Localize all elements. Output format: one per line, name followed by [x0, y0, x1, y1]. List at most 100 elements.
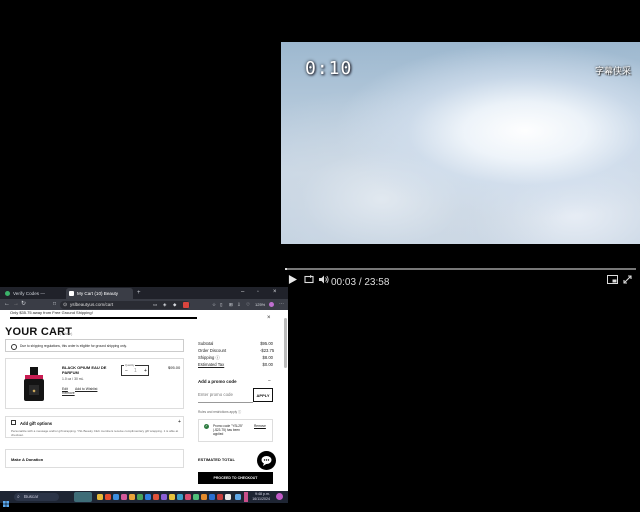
- address-field[interactable]: ⊙ ysl­beautyus.com/cart: [60, 300, 190, 309]
- bookmark-page-icon[interactable]: □: [53, 300, 56, 309]
- time-separator: /: [358, 277, 362, 288]
- applied-promo-card: ✓ Promo code "YSL25" (-$23.75) has been …: [198, 419, 273, 442]
- forward-arrow-icon[interactable]: →: [13, 300, 19, 309]
- video-progress-bar[interactable]: [285, 268, 636, 270]
- remove-promo-link[interactable]: Remove: [254, 424, 266, 428]
- simplycodes-extension-icon[interactable]: [183, 301, 189, 308]
- make-donation-section[interactable]: Make A Donation: [5, 449, 184, 468]
- subtotal-value: $95.00: [260, 341, 273, 346]
- shipping-label-text: Shipping: [198, 355, 215, 360]
- reader-mode-icon[interactable]: ▭: [153, 300, 157, 309]
- collections-icon[interactable]: ⊞: [229, 300, 233, 309]
- simplycodes-favicon-icon: [5, 291, 10, 296]
- taskbar-search[interactable]: ⌕ Buscar: [14, 493, 59, 501]
- gift-options-description: Personalize with a message and/or gift w…: [11, 429, 179, 437]
- site-info-icon: ⊙: [63, 301, 68, 308]
- tab-simplycodes[interactable]: Verify Codes — SimplyCodes: [2, 288, 65, 307]
- app-icon-1[interactable]: [105, 494, 111, 500]
- app-icon-4[interactable]: [129, 494, 135, 500]
- video-frame[interactable]: 0:10 字幕侠采: [281, 42, 640, 244]
- app-icon-6[interactable]: [145, 494, 151, 500]
- app-icon-3[interactable]: [121, 494, 127, 500]
- discount-value: -$23.75: [260, 348, 275, 353]
- product-size: 1.0 oz / 30 mL: [62, 377, 84, 381]
- chat-button[interactable]: [257, 451, 276, 470]
- free-shipping-banner: Only $35.75 away from Free Ground Shippi…: [10, 310, 93, 315]
- page-scrollbar[interactable]: [284, 318, 287, 368]
- fullscreen-button[interactable]: [623, 275, 632, 284]
- time-total: 23:58: [364, 277, 390, 288]
- loop-button[interactable]: [304, 275, 314, 284]
- remove-link[interactable]: Remove: [62, 391, 75, 395]
- play-button[interactable]: [288, 275, 297, 284]
- expand-gift-icon[interactable]: +: [178, 419, 181, 425]
- apply-button[interactable]: APPLY: [253, 388, 273, 402]
- system-tray-icons[interactable]: [244, 492, 248, 502]
- time-display: 00:03 / 23:58: [331, 277, 389, 288]
- edge-browser-icon[interactable]: [209, 494, 215, 500]
- rules-info-icon[interactable]: ⓘ: [238, 410, 241, 414]
- tab-ysl-cart[interactable]: My Cart (10) Beauty Makeup...: [66, 288, 133, 307]
- volume-button[interactable]: [319, 275, 329, 284]
- rules-text: Rules and restrictions apply ⓘ: [198, 409, 241, 414]
- shipping-notice-text: Due to shipping regulations, this order …: [20, 344, 127, 348]
- tax-label[interactable]: Estimated Tax: [198, 362, 224, 367]
- zoom-indicator[interactable]: 125%: [255, 300, 265, 309]
- applied-promo-text: Promo code "YSL25" (-$23.75) has been ap…: [213, 424, 243, 437]
- windows-start-icon[interactable]: [3, 494, 9, 507]
- discount-label: Order Discount: [198, 348, 227, 353]
- app-icon-9[interactable]: [169, 494, 175, 500]
- new-tab-button[interactable]: +: [134, 288, 144, 299]
- shopping-icon[interactable]: ◆: [173, 300, 176, 309]
- loop-icon: [304, 275, 314, 284]
- browser-window: Verify Codes — SimplyCodes My Cart (10) …: [0, 287, 288, 503]
- app-icon-14[interactable]: [217, 494, 223, 500]
- browser-essentials-icon[interactable]: ♡: [246, 300, 250, 309]
- split-screen-icon[interactable]: ▯: [220, 300, 222, 309]
- app-icon-13[interactable]: [201, 494, 207, 500]
- shipping-notice: Due to shipping regulations, this order …: [5, 339, 184, 352]
- item-count: (1 Item): [60, 332, 73, 336]
- close-window-icon[interactable]: ×: [273, 288, 277, 297]
- close-banner-icon[interactable]: ×: [267, 315, 271, 321]
- app-icon-5[interactable]: [137, 494, 143, 500]
- increase-quantity-button[interactable]: +: [144, 366, 147, 377]
- ysl-favicon-icon: [69, 291, 74, 296]
- product-name[interactable]: BLACK OPIUM EAU DE PARFUM: [62, 365, 120, 375]
- app-icon-8[interactable]: [161, 494, 167, 500]
- downloads-icon[interactable]: ⇩: [237, 300, 241, 309]
- file-explorer-icon[interactable]: [97, 494, 103, 500]
- reload-icon[interactable]: ↻: [21, 300, 26, 309]
- add-to-wishlist-link[interactable]: Add to Wishlist: [75, 387, 97, 391]
- app-icon-12[interactable]: [193, 494, 199, 500]
- clock[interactable]: 9:48 p.m. 16/11/2024: [250, 492, 270, 502]
- gift-options[interactable]: Add gift options + Personalize with a me…: [5, 416, 184, 438]
- app-icon-10[interactable]: [177, 494, 183, 500]
- back-arrow-icon[interactable]: ←: [4, 300, 10, 309]
- check-icon: ✓: [204, 424, 209, 429]
- minimize-icon[interactable]: –: [241, 288, 244, 297]
- play-icon: [288, 275, 297, 284]
- quantity-value[interactable]: 1: [134, 366, 137, 377]
- taskbar: ⌕ Buscar 9:48 p.m. 16/11/2024: [0, 491, 288, 507]
- collapse-promo-icon[interactable]: −: [268, 378, 271, 384]
- extension-icon[interactable]: ◈: [163, 300, 166, 309]
- picture-in-picture-button[interactable]: [607, 275, 618, 284]
- app-icon-15[interactable]: [225, 494, 231, 500]
- decrease-quantity-button[interactable]: −: [125, 366, 128, 377]
- favorites-icon[interactable]: ☆: [212, 300, 216, 309]
- notifications-icon[interactable]: [276, 493, 283, 500]
- promo-code-input[interactable]: Enter promo code: [198, 388, 253, 403]
- app-icon-2[interactable]: [113, 494, 119, 500]
- product-image[interactable]: ◆: [21, 367, 47, 403]
- app-icon-7[interactable]: [153, 494, 159, 500]
- shipping-info-icon[interactable]: ⓘ: [215, 355, 219, 360]
- maximize-icon[interactable]: ▫: [257, 288, 259, 297]
- app-icon-16[interactable]: [235, 494, 241, 500]
- weather-widget-icon[interactable]: [74, 492, 92, 502]
- profile-avatar[interactable]: [269, 302, 274, 307]
- more-menu-icon[interactable]: ⋯: [279, 300, 284, 309]
- proceed-to-checkout-button[interactable]: PROCEED TO CHECKOUT: [198, 472, 273, 484]
- app-icon-11[interactable]: [185, 494, 191, 500]
- promo-heading[interactable]: Add a promo code: [198, 379, 237, 384]
